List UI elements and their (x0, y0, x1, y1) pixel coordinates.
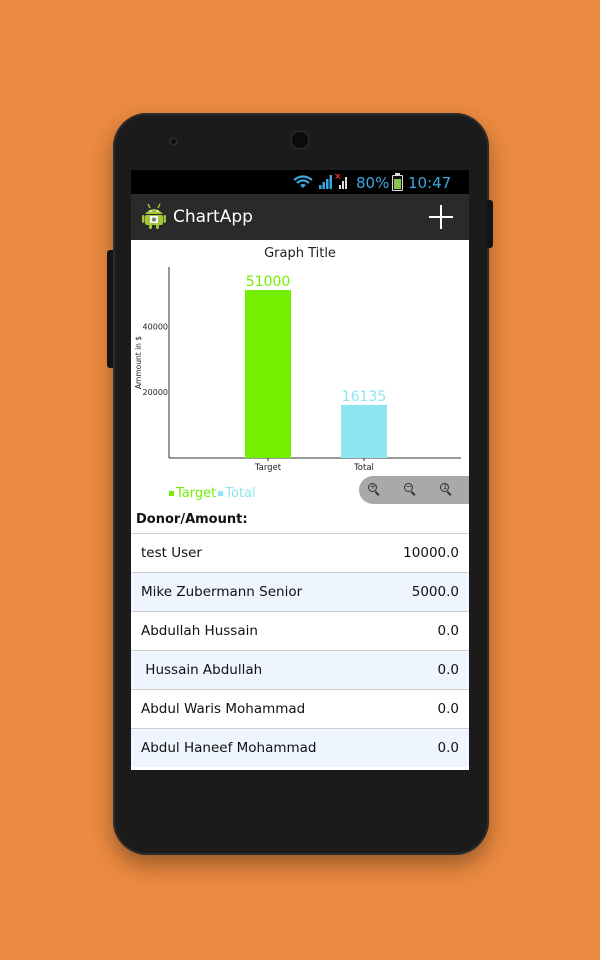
y-axis-title: Ammount in $ (134, 336, 143, 389)
plus-icon[interactable] (427, 203, 455, 231)
volume-button (107, 250, 113, 368)
bar-value-label: 16135 (342, 389, 387, 405)
donor-amount: 5000.0 (411, 584, 459, 600)
signal-secondary-icon (339, 177, 347, 189)
donor-row[interactable]: test User 10000.0 (131, 533, 469, 572)
battery-percent: 80% (356, 174, 390, 192)
zoom-in-icon[interactable]: + (367, 482, 381, 496)
bar-total (341, 404, 387, 458)
donor-name: Mike Zubermann Senior (141, 584, 303, 600)
y-tick-label: 20000 (143, 388, 168, 397)
donor-name: Abdul Haneef Mohammad (141, 740, 317, 756)
bar-chart[interactable]: 20000 40000Ammount in $ 51000 Target 16135 To… (131, 240, 469, 475)
zoom-in-glyph: + (369, 482, 377, 491)
donor-list: test User 10000.0 Mike Zubermann Senior 500… (131, 533, 469, 767)
donor-row[interactable]: Hussain Abdullah 0.0 (131, 650, 469, 689)
donor-amount: 0.0 (437, 662, 459, 678)
y-tick-label: 40000 (143, 322, 168, 331)
legend-label-total: Total (225, 486, 256, 501)
app-title: ChartApp (173, 207, 253, 227)
x-tick-label: Total (353, 463, 374, 473)
donor-row[interactable]: Abdul Haneef Mohammad 0.0 (131, 728, 469, 767)
zoom-reset-icon[interactable]: 1 (439, 482, 453, 496)
bar-value-label: 51000 (246, 274, 291, 290)
donor-name: Abdul Waris Mohammad (141, 701, 306, 717)
android-icon (142, 203, 166, 229)
power-button (487, 200, 493, 248)
donor-amount: 10000.0 (403, 545, 459, 561)
zoom-controls: + − 1 (359, 476, 469, 504)
status-bar: × 80% 10:47 AM (131, 170, 469, 209)
donor-row[interactable]: Abdullah Hussain 0.0 (131, 611, 469, 650)
legend-swatch-target (169, 491, 174, 496)
x-tick-label: Target (254, 463, 282, 473)
zoom-out-icon[interactable]: − (403, 482, 417, 496)
clock-time: 10:47 (408, 174, 452, 192)
battery-icon (392, 173, 403, 191)
donor-name: Hussain Abdullah (141, 662, 263, 678)
donor-row[interactable]: Mike Zubermann Senior 5000.0 (131, 572, 469, 611)
donor-amount: 0.0 (437, 701, 459, 717)
legend-item-target: Target (169, 486, 216, 501)
legend-item-total: Total (218, 486, 256, 501)
legend-swatch-total (218, 491, 224, 496)
zoom-out-glyph: − (405, 482, 413, 491)
main-content: Graph Title 20000 40000 Ammount in $51000 T… (131, 240, 469, 770)
donor-list-header: Donor/Amount: (136, 512, 248, 527)
donor-amount: 0.0 (437, 623, 459, 639)
donor-name: Abdullah Hussain (141, 623, 258, 639)
device-screen: × 80% 10:47 AM ChartApp Graph Title (131, 170, 469, 770)
wifi-icon (293, 175, 313, 188)
chart-legend: Target Total (169, 486, 256, 501)
action-bar: ChartApp (131, 194, 469, 240)
earpiece-speaker (290, 130, 310, 150)
donor-amount: 0.0 (437, 740, 459, 756)
legend-label-target: Target (176, 486, 217, 501)
zoom-reset-glyph: 1 (442, 482, 448, 491)
bar-target (245, 290, 291, 458)
donor-row[interactable]: Abdul Waris Mohammad 0.0 (131, 689, 469, 728)
donor-name: test User (141, 545, 202, 561)
signal-icon (319, 175, 332, 189)
front-camera (169, 137, 178, 146)
